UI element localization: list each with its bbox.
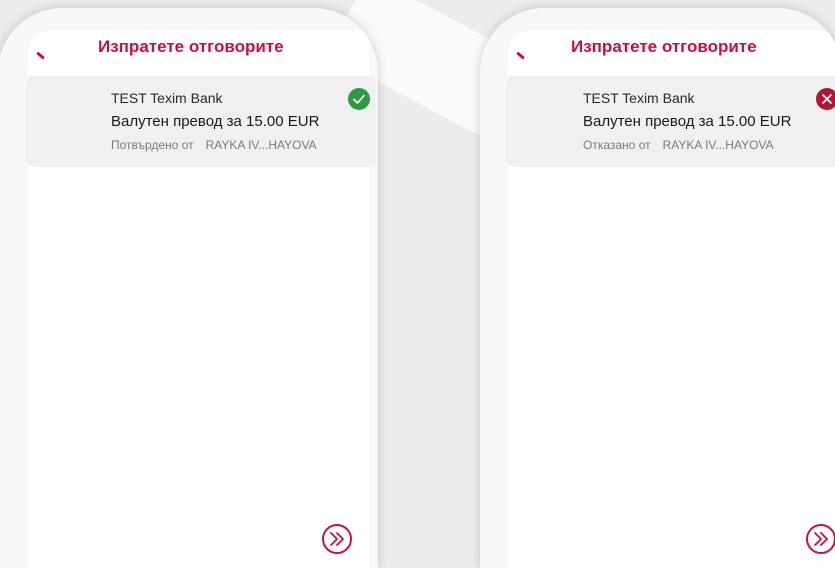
status-line: Отказано от RAYKA IV...HAYOVA [583, 138, 774, 152]
bank-name: TEST Texim Bank [111, 90, 223, 106]
next-button[interactable] [806, 524, 835, 554]
phone-rejected: Изпратете отговорите TEST Texim Bank Вал… [480, 8, 835, 568]
page-title: Изпратете отговорите [571, 37, 757, 56]
screen: Изпратете отговорите TEST Texim Bank Вал… [26, 30, 376, 568]
double-chevron-right-icon [814, 532, 828, 546]
bank-name: TEST Texim Bank [583, 90, 695, 106]
next-button[interactable] [322, 524, 352, 554]
page-title: Изпратете отговорите [98, 37, 284, 56]
screen: Изпратете отговорите TEST Texim Bank Вал… [506, 30, 835, 568]
status-label: Потвърдено от [111, 138, 194, 152]
checkmark-icon [348, 88, 370, 110]
back-icon[interactable] [36, 51, 45, 60]
transaction-description: Валутен превод за 15.00 EUR [583, 113, 792, 130]
transaction-card[interactable]: TEST Texim Bank Валутен превод за 15.00 … [506, 76, 835, 167]
signer-name: RAYKA IV...HAYOVA [205, 138, 317, 152]
transaction-description: Валутен превод за 15.00 EUR [111, 113, 320, 130]
signer-name: RAYKA IV...HAYOVA [662, 138, 774, 152]
status-line: Потвърдено от RAYKA IV...HAYOVA [111, 138, 317, 152]
back-icon[interactable] [516, 51, 525, 60]
x-icon [816, 88, 835, 110]
transaction-card[interactable]: TEST Texim Bank Валутен превод за 15.00 … [26, 76, 376, 167]
phone-confirmed: Изпратете отговорите TEST Texim Bank Вал… [0, 8, 378, 568]
double-chevron-right-icon [330, 532, 344, 546]
status-label: Отказано от [583, 138, 651, 152]
